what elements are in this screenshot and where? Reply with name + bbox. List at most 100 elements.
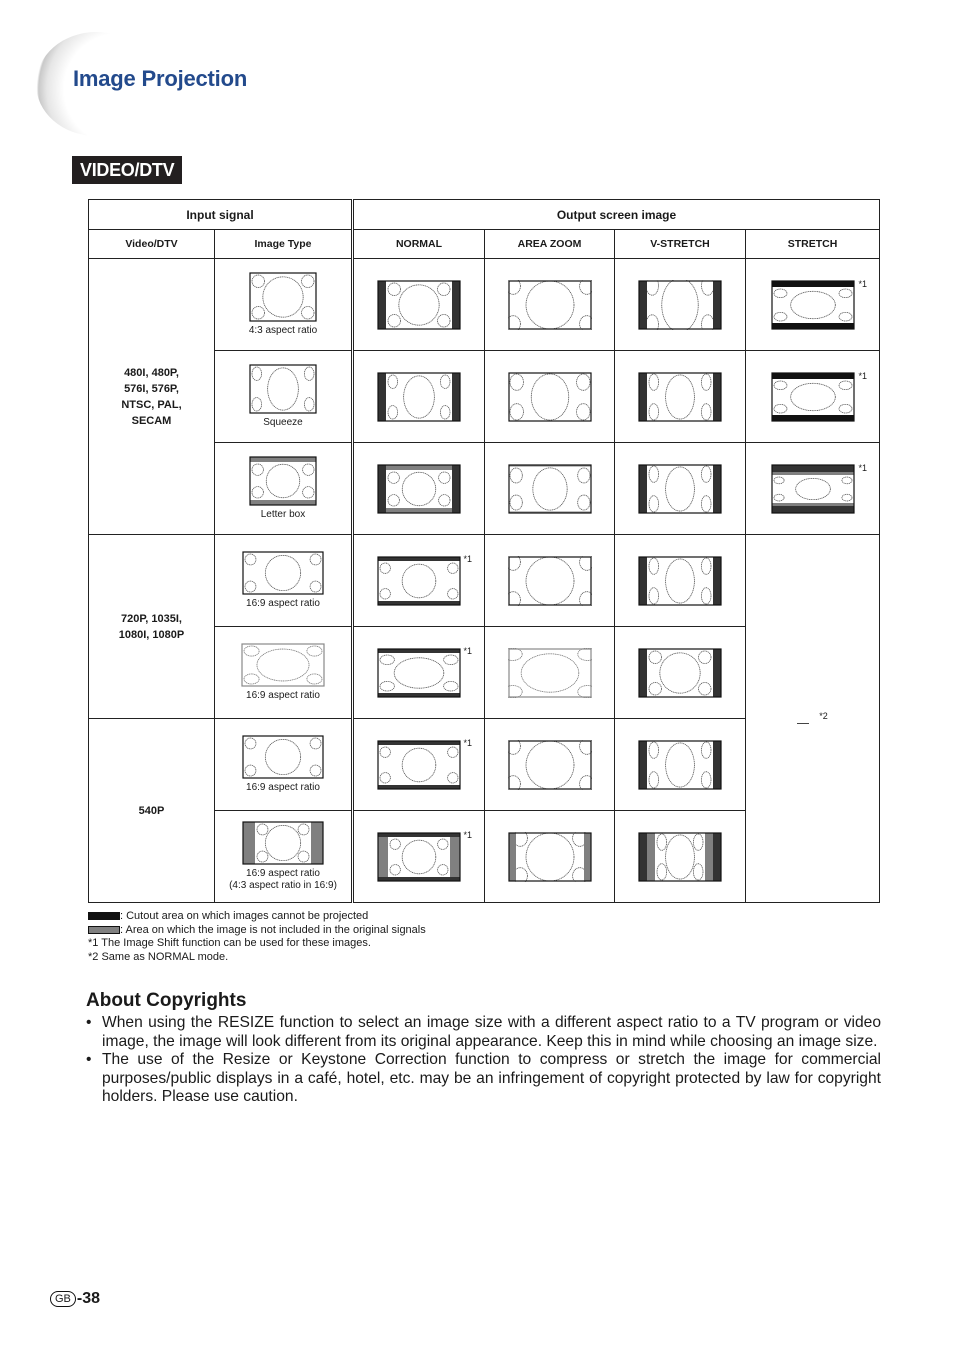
cutout-band [713, 372, 721, 421]
screen-diagram [377, 463, 461, 514]
cutout-band [771, 414, 854, 421]
cutout-band [378, 372, 386, 421]
screen-diagram [377, 371, 461, 422]
screen-area [771, 280, 854, 329]
output-screen-header: Output screen image [352, 199, 880, 230]
image-type-caption: 16:9 aspect ratio [246, 782, 320, 793]
no-signal-band [771, 502, 854, 506]
no-signal-band [450, 832, 460, 881]
screen-diagram [770, 371, 855, 422]
image-type-caption: 16:9 aspect ratio (4:3 aspect ratio in 16… [229, 868, 337, 891]
resize-mode-table: Input signal Output screen image Video/D… [88, 199, 880, 903]
screen-diagram [638, 647, 722, 698]
no-signal-band [771, 471, 854, 475]
image-type-cell: 16:9 aspect ratio [214, 534, 354, 627]
output-v-stretch-cell [614, 534, 746, 627]
cutout-band [639, 832, 647, 881]
screen-area [378, 648, 460, 697]
table-row: 720P, 1035I, 1080I, 1080P 16:9 aspect rat… [88, 534, 880, 903]
output-v-stretch-cell [614, 350, 746, 443]
table-row: 480I, 480P, 576I, 576P, NTSC, PAL, SECAM… [88, 258, 880, 535]
screen-diagram [770, 279, 855, 330]
screen-diagram [638, 739, 722, 790]
output-v-stretch-cell [614, 442, 746, 535]
output-stretch-cell: *1 [745, 442, 880, 535]
screen-diagram [638, 463, 722, 514]
screen-diagram [507, 371, 592, 422]
footnote-ref: *1 [463, 738, 472, 748]
footnote-ref: *1 [858, 279, 867, 289]
image-type-cell: Squeeze [214, 350, 354, 443]
column-header-area-zoom: AREA ZOOM [484, 229, 615, 259]
column-header-normal: NORMAL [352, 229, 485, 259]
footnote-ref: *2 [819, 710, 828, 721]
image-type-caption: Letter box [260, 509, 306, 520]
footnote-2: *2 Same as NORMAL mode. [88, 950, 229, 963]
screen-diagram [770, 463, 855, 514]
screen-diagram [249, 456, 317, 506]
no-signal-band [386, 464, 452, 470]
about-copyrights-list: • When using the RESIZE function to selec… [86, 1014, 881, 1107]
cutout-band [713, 832, 721, 881]
cutout-band [771, 464, 854, 472]
screen-diagram [249, 272, 317, 322]
column-header-video-dtv: Video/DTV [88, 229, 215, 259]
screen-diagram [242, 551, 324, 595]
image-type-cell: Letter box [214, 442, 354, 535]
cutout-band [713, 464, 721, 513]
output-normal-cell [352, 258, 485, 351]
screen-area [378, 372, 460, 421]
cutout-band [639, 556, 647, 605]
output-v-stretch-cell [614, 258, 746, 351]
no-signal-band [705, 832, 713, 881]
no-signal-band [250, 457, 316, 462]
screen-diagram [507, 739, 592, 790]
column-header-v-stretch: V-STRETCH [614, 229, 746, 259]
image-type-cell: 4:3 aspect ratio [214, 258, 354, 351]
legend-cutout: : Cutout area on which images cannot be … [88, 910, 426, 924]
output-normal-cell: *1 [352, 534, 485, 627]
screen-diagram [507, 647, 592, 698]
screen-area [250, 273, 316, 321]
screen-area [243, 552, 323, 594]
image-type-caption: 16:9 aspect ratio [246, 690, 320, 701]
cutout-band [713, 648, 721, 697]
output-v-stretch-cell [614, 810, 746, 903]
no-signal-band [508, 832, 516, 881]
output-stretch-cell: *1 [745, 350, 880, 443]
screen-diagram [507, 555, 592, 606]
screen-area [378, 280, 460, 329]
image-type-cell: 16:9 aspect ratio [214, 626, 354, 719]
footnote-ref: *1 [463, 646, 472, 656]
no-signal-band [647, 832, 655, 881]
screen-diagram [507, 463, 592, 514]
screen-diagram [377, 555, 461, 606]
output-stretch-cell: *1 [745, 258, 880, 351]
no-signal-band [583, 832, 591, 881]
screen-area [639, 556, 721, 605]
image-type-caption: 4:3 aspect ratio [248, 325, 318, 336]
screen-diagram [638, 555, 722, 606]
output-normal-cell: *1 [352, 626, 485, 719]
screen-area [639, 372, 721, 421]
no-signal-band [386, 507, 452, 513]
image-type-caption: 16:9 aspect ratio [246, 598, 320, 609]
cutout-band [452, 280, 460, 329]
output-area-zoom-cell [484, 258, 615, 351]
output-area-zoom-cell [484, 810, 615, 903]
cutout-band [713, 280, 721, 329]
screen-diagram [377, 831, 461, 882]
cutout-swatch [88, 912, 120, 921]
output-area-zoom-cell [484, 534, 615, 627]
screen-area [508, 832, 591, 881]
screen-diagram [249, 364, 317, 414]
screen-diagram [638, 279, 722, 330]
cutout-band [639, 280, 647, 329]
screen-area [242, 644, 324, 686]
output-area-zoom-cell [484, 442, 615, 535]
cutout-band [771, 322, 854, 329]
output-area-zoom-cell [484, 626, 615, 719]
column-header-stretch: STRETCH [745, 229, 880, 259]
signal-list: 540P [138, 804, 165, 817]
footnote-ref: *1 [463, 554, 472, 564]
